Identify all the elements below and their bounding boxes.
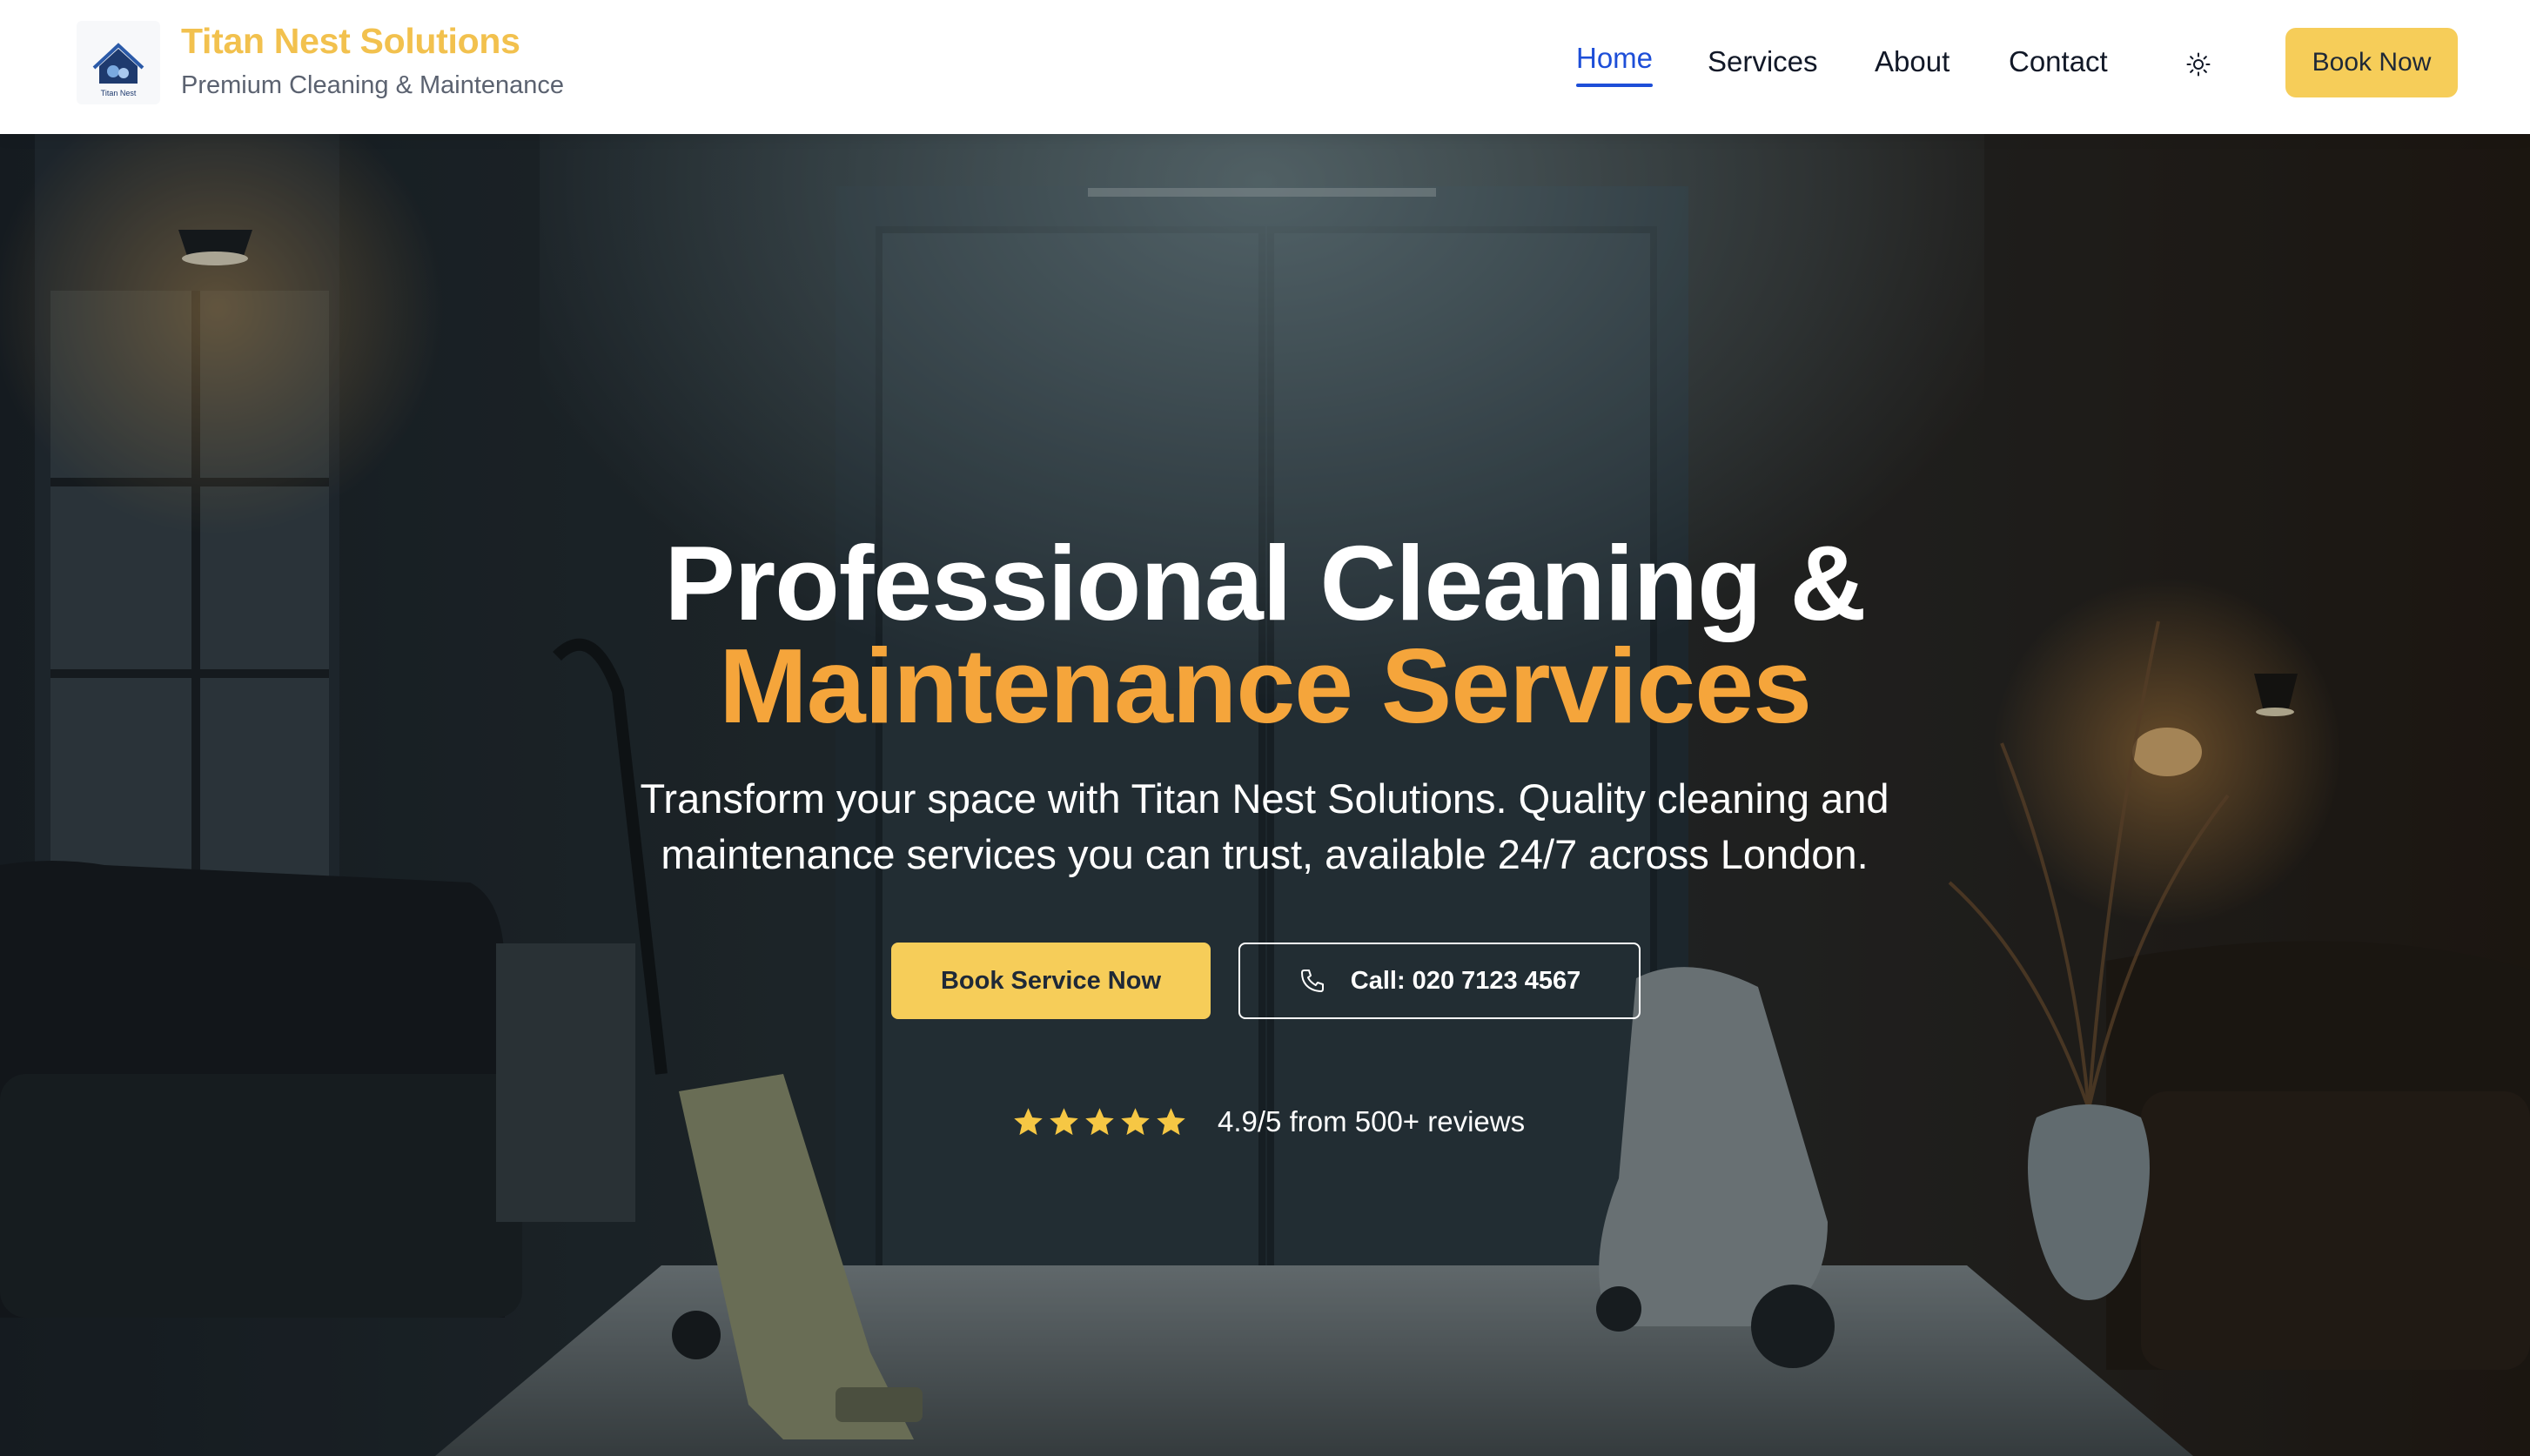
- star-icon: [1121, 1107, 1150, 1135]
- nav-contact[interactable]: Contact: [2009, 45, 2108, 78]
- theme-toggle-button[interactable]: [2178, 44, 2219, 85]
- book-service-button[interactable]: Book Service Now: [891, 943, 1211, 1019]
- rating-stars: [1011, 1105, 1188, 1139]
- sun-icon: [2186, 52, 2211, 77]
- hero-section: Professional Cleaning & Maintenance Serv…: [0, 134, 2530, 1456]
- rating-summary: 4.9/5 from 500+ reviews: [1011, 1102, 1525, 1142]
- phone-icon: [1300, 970, 1324, 992]
- book-now-button[interactable]: Book Now: [2285, 28, 2458, 97]
- hero-title-line-2: Maintenance Services: [719, 627, 1812, 745]
- brand-name[interactable]: Titan Nest Solutions: [181, 21, 520, 62]
- nav-active-indicator: [1576, 84, 1653, 87]
- call-button[interactable]: Call: 020 7123 4567: [1238, 943, 1641, 1019]
- logo-house-icon: Titan Nest: [92, 43, 144, 97]
- rating-text: 4.9/5 from 500+ reviews: [1218, 1105, 1526, 1137]
- brand-logo[interactable]: Titan Nest: [77, 21, 160, 104]
- call-button-label: Call: 020 7123 4567: [1350, 966, 1581, 995]
- star-icon: [1157, 1107, 1185, 1135]
- nav-about[interactable]: About: [1875, 45, 1950, 78]
- star-icon: [1014, 1107, 1043, 1135]
- star-icon: [1050, 1107, 1078, 1135]
- star-icon: [1085, 1107, 1114, 1135]
- svg-text:Titan Nest: Titan Nest: [101, 89, 137, 97]
- nav-services[interactable]: Services: [1708, 45, 1818, 78]
- nav-home[interactable]: Home: [1576, 42, 1653, 75]
- site-header: Titan Nest Titan Nest Solutions Premium …: [0, 0, 2530, 134]
- hero-subtitle: Transform your space with Titan Nest Sol…: [640, 775, 1889, 877]
- brand-tagline: Premium Cleaning & Maintenance: [181, 71, 565, 99]
